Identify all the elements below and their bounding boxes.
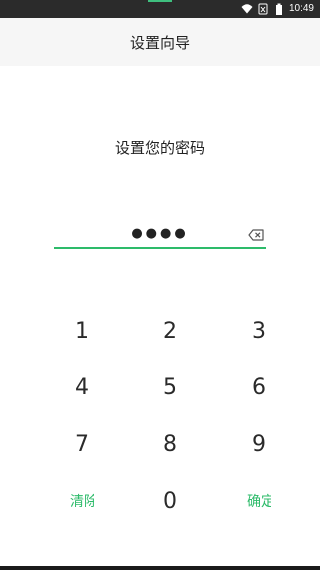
battery-icon [275,3,282,15]
key-0-label: 0 [163,488,177,514]
key-1[interactable]: 1 [52,311,112,351]
key-6-label: 6 [252,374,266,400]
clear-button[interactable]: 清除 [52,481,112,521]
key-4[interactable]: 4 [52,367,112,407]
key-6[interactable]: 6 [229,367,289,407]
page-title: 设置向导 [129,33,190,52]
key-2[interactable]: 2 [140,311,200,351]
status-icons: 10:49 [241,2,314,16]
key-3-label: 3 [252,318,266,344]
key-0[interactable]: 0 [140,481,200,521]
confirm-button[interactable]: 确定 [229,481,289,521]
clear-button-label: 清除 [70,494,94,510]
confirm-button-label: 确定 [247,494,271,510]
pin-underline [54,247,266,249]
title-bar: 设置向导 [0,18,320,66]
password-prompt: 设置您的密码 [114,139,205,157]
key-5[interactable]: 5 [140,367,200,407]
status-accent-line [148,0,172,2]
pin-dots: ●●●● [131,226,189,241]
key-7-label: 7 [75,431,89,457]
key-9[interactable]: 9 [229,424,289,464]
key-4-label: 4 [75,374,89,400]
key-7[interactable]: 7 [52,424,112,464]
status-time: 10:49 [288,3,314,14]
backspace-icon[interactable] [248,229,264,241]
key-8-label: 8 [163,431,177,457]
status-bar: 10:49 [0,0,320,18]
bottom-edge [0,566,320,570]
key-1-label: 1 [75,318,89,344]
key-9-label: 9 [252,431,266,457]
key-5-label: 5 [163,374,177,400]
key-3[interactable]: 3 [229,311,289,351]
key-2-label: 2 [163,318,177,344]
keypad: 1 2 3 4 5 6 7 8 9 清除 0 确定 [0,304,320,528]
sim-icon [258,3,268,15]
key-8[interactable]: 8 [140,424,200,464]
pin-field[interactable]: ●●●● [54,222,266,248]
wifi-icon [241,4,253,14]
